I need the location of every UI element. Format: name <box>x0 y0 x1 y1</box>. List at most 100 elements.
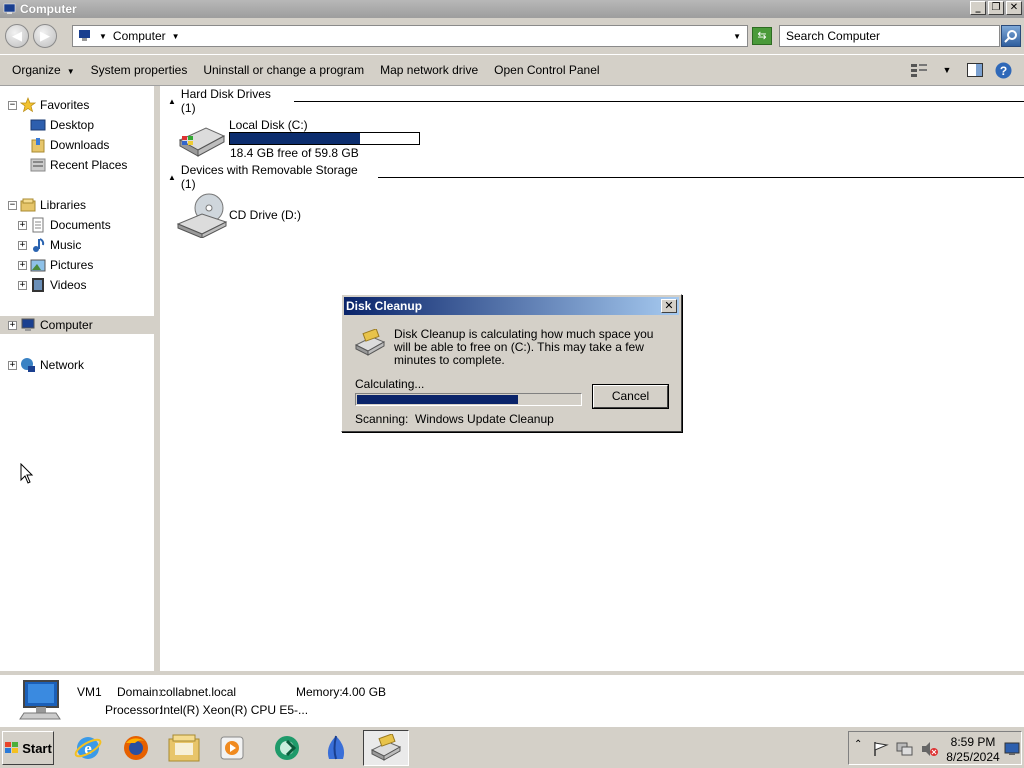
view-dropdown-icon[interactable]: ▼ <box>938 61 956 79</box>
taskbar-file-explorer[interactable] <box>161 730 207 766</box>
system-properties-button[interactable]: System properties <box>91 63 188 77</box>
expand-icon[interactable]: + <box>18 220 27 230</box>
nav-label: Libraries <box>40 198 87 212</box>
nav-computer[interactable]: + Computer <box>0 316 157 334</box>
organize-menu[interactable]: Organize ▼ <box>12 63 75 77</box>
expand-icon[interactable]: + <box>8 360 17 370</box>
nav-recent-places[interactable]: Recent Places <box>30 156 127 174</box>
music-icon <box>30 237 46 253</box>
cancel-button[interactable]: Cancel <box>592 384 669 409</box>
desktop-icon <box>30 117 46 133</box>
taskbar-media-player[interactable] <box>210 730 256 766</box>
dialog-title[interactable]: Disk Cleanup <box>344 297 679 315</box>
taskbar: Start e ⌃ 8:59 PM 8/25/2024 <box>0 726 1024 768</box>
window-title: Computer <box>20 2 77 16</box>
green-app-icon <box>275 736 299 760</box>
collapse-icon[interactable]: − <box>8 200 17 210</box>
nav-music[interactable]: + Music <box>18 236 81 254</box>
nav-libraries[interactable]: − Libraries <box>8 196 86 214</box>
open-control-panel-button[interactable]: Open Control Panel <box>494 63 599 77</box>
action-center-flag-icon[interactable] <box>873 741 889 757</box>
nav-pictures[interactable]: + Pictures <box>18 256 93 274</box>
forward-button[interactable]: ▶ <box>33 24 57 48</box>
group-divider <box>293 100 1024 102</box>
taskbar-disk-cleanup[interactable] <box>363 730 409 766</box>
computer-icon <box>3 3 17 15</box>
taskbar-app-green[interactable] <box>264 730 310 766</box>
nav-label: Music <box>50 238 82 252</box>
hard-disk-icon <box>178 127 226 157</box>
drive-d[interactable]: CD Drive (D:) <box>160 190 460 240</box>
expand-icon[interactable]: + <box>8 320 17 330</box>
dialog-progress-bar <box>355 393 582 406</box>
taskbar-internet-explorer[interactable]: e <box>65 730 111 766</box>
taskbar-app-blue[interactable] <box>313 730 359 766</box>
volume-muted-icon[interactable] <box>921 741 939 757</box>
nav-network[interactable]: + Network <box>8 356 84 374</box>
nav-documents[interactable]: + Documents <box>18 216 111 234</box>
cd-drive-icon <box>176 193 228 238</box>
close-button[interactable]: ✕ <box>1006 1 1022 15</box>
refresh-button[interactable]: ⇆ <box>752 27 772 45</box>
nav-label: Videos <box>50 278 87 292</box>
breadcrumb-arrow-icon[interactable]: ▼ <box>172 32 180 41</box>
recent-places-icon <box>30 157 46 173</box>
nav-favorites[interactable]: − Favorites <box>8 96 89 114</box>
nav-desktop[interactable]: Desktop <box>30 116 94 134</box>
mouse-cursor-icon <box>20 463 34 484</box>
address-dropdown-icon[interactable]: ▼ <box>733 32 741 41</box>
preview-pane-button[interactable] <box>966 61 984 79</box>
disk-cleanup-icon <box>354 329 386 356</box>
collapse-icon[interactable]: − <box>8 100 17 110</box>
computer-icon <box>79 30 90 41</box>
start-button[interactable]: Start <box>2 731 54 765</box>
expand-icon[interactable]: + <box>18 280 27 290</box>
expand-icon[interactable]: + <box>18 240 27 250</box>
processor-label: Processor: <box>105 703 163 717</box>
map-network-drive-button[interactable]: Map network drive <box>380 63 478 77</box>
videos-icon <box>30 277 46 293</box>
group-removable-storage[interactable]: ▲ Devices with Removable Storage (1) <box>168 163 1024 191</box>
taskbar-firefox[interactable] <box>113 730 159 766</box>
expand-icon[interactable]: + <box>18 260 27 270</box>
dialog-close-button[interactable]: ✕ <box>661 299 677 313</box>
network-status-icon[interactable] <box>896 741 914 757</box>
nav-label: Desktop <box>50 118 95 132</box>
nav-label: Favorites <box>40 98 90 112</box>
nav-downloads[interactable]: Downloads <box>30 136 109 154</box>
collapse-icon[interactable]: ▲ <box>168 97 176 106</box>
show-desktop-icon[interactable] <box>1004 742 1020 756</box>
show-hidden-icons-icon[interactable]: ⌃ <box>854 739 862 750</box>
disk-cleanup-icon <box>370 734 402 761</box>
clock[interactable]: 8:59 PM 8/25/2024 <box>946 735 1000 765</box>
memory-label: Memory: <box>296 685 343 699</box>
help-button[interactable]: ? <box>994 61 1012 79</box>
change-view-button[interactable] <box>910 61 928 79</box>
window-titlebar[interactable]: Computer _ ❐ ✕ <box>0 0 1024 18</box>
scanning-label: Scanning: <box>355 412 409 426</box>
scanning-item: Windows Update Cleanup <box>415 412 554 426</box>
computer-name: VM1 <box>77 685 102 699</box>
nav-videos[interactable]: + Videos <box>18 276 86 294</box>
collapse-icon[interactable]: ▲ <box>168 173 176 182</box>
drive-c-usage-fill <box>230 133 361 144</box>
drive-c-free-space: 18.4 GB free of 59.8 GB <box>230 146 359 160</box>
domain-value: collabnet.local <box>160 685 237 699</box>
documents-icon <box>30 217 46 233</box>
uninstall-program-button[interactable]: Uninstall or change a program <box>203 63 364 77</box>
group-label: Hard Disk Drives (1) <box>180 87 271 115</box>
address-bar[interactable]: ▼ Computer ▼ ▼ <box>72 25 748 47</box>
breadcrumb-computer[interactable]: Computer <box>113 29 166 43</box>
start-label: Start <box>22 740 52 756</box>
back-button[interactable]: ◀ <box>5 24 29 48</box>
breadcrumb-arrow-icon[interactable]: ▼ <box>99 32 107 41</box>
group-divider <box>377 176 1024 178</box>
windows-logo-icon <box>5 742 19 753</box>
search-button[interactable] <box>1001 25 1021 47</box>
maximize-button[interactable]: ❐ <box>988 1 1004 15</box>
minimize-button[interactable]: _ <box>970 1 986 15</box>
star-icon <box>20 97 36 113</box>
nav-label: Pictures <box>50 258 94 272</box>
search-input[interactable]: Search Computer <box>779 25 1000 47</box>
group-hard-disk-drives[interactable]: ▲ Hard Disk Drives (1) <box>168 87 1024 115</box>
